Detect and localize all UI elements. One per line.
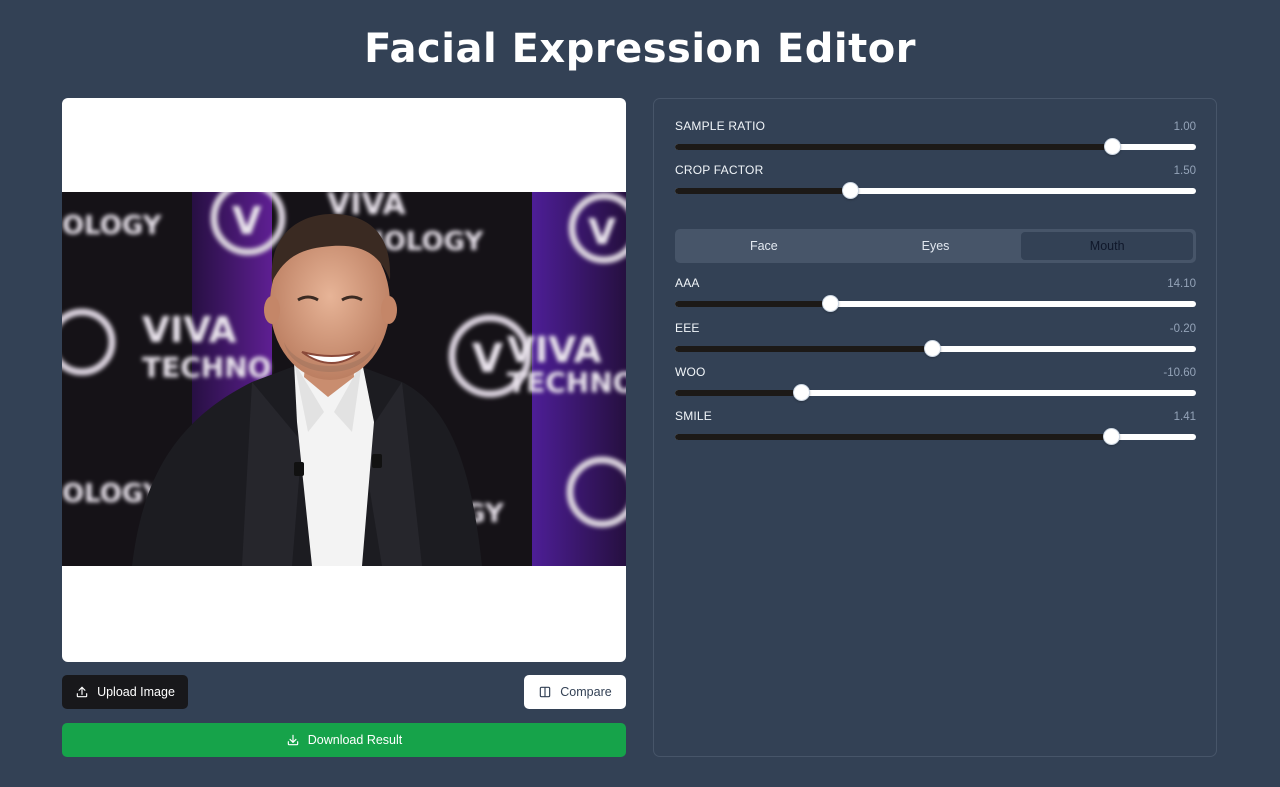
slider-value: 1.00 bbox=[1173, 121, 1196, 133]
slider-fill bbox=[675, 346, 933, 352]
svg-text:V: V bbox=[232, 199, 262, 243]
svg-text:VIVA: VIVA bbox=[142, 310, 237, 351]
slider-track[interactable] bbox=[675, 182, 1196, 199]
slider-thumb[interactable] bbox=[822, 295, 840, 312]
tab-face[interactable]: Face bbox=[678, 232, 850, 260]
tab-eyes[interactable]: Eyes bbox=[850, 232, 1022, 260]
slider-crop-factor: CROP FACTOR 1.50 bbox=[675, 163, 1196, 203]
upload-image-button[interactable]: Upload Image bbox=[62, 675, 188, 709]
slider-label: WOO bbox=[675, 365, 706, 379]
slider-fill bbox=[675, 188, 851, 194]
svg-text:V: V bbox=[588, 212, 616, 253]
slider-track[interactable] bbox=[675, 384, 1196, 401]
slider-label: EEE bbox=[675, 321, 700, 335]
upload-image-label: Upload Image bbox=[97, 685, 175, 699]
slider-value: -0.20 bbox=[1169, 323, 1196, 335]
slider-value: 1.50 bbox=[1173, 165, 1196, 177]
slider-label: SAMPLE RATIO bbox=[675, 119, 766, 133]
slider-label: SMILE bbox=[675, 409, 713, 423]
slider-track[interactable] bbox=[675, 295, 1196, 312]
slider-track[interactable] bbox=[675, 340, 1196, 357]
svg-text:TECHNO: TECHNO bbox=[142, 351, 271, 384]
slider-track[interactable] bbox=[675, 138, 1196, 155]
page-title: Facial Expression Editor bbox=[364, 26, 916, 72]
slider-thumb[interactable] bbox=[1104, 138, 1122, 155]
slider-eee: EEE -0.20 bbox=[675, 321, 1196, 361]
slider-value: -10.60 bbox=[1163, 367, 1196, 379]
image-preview: V V V OLOGY VIVA NOLOGY VIVA TECHNO VIVA… bbox=[62, 98, 626, 662]
slider-fill bbox=[675, 434, 1112, 440]
slider-aaa: AAA 14.10 bbox=[675, 276, 1196, 316]
svg-text:OLOGY: OLOGY bbox=[62, 211, 163, 241]
slider-thumb[interactable] bbox=[792, 384, 810, 401]
slider-fill bbox=[675, 390, 802, 396]
slider-label: AAA bbox=[675, 276, 700, 290]
controls-panel: SAMPLE RATIO 1.00 CROP FACTOR 1.50 Face … bbox=[653, 98, 1217, 757]
slider-smile: SMILE 1.41 bbox=[675, 409, 1196, 449]
slider-thumb[interactable] bbox=[923, 340, 941, 357]
download-result-button[interactable]: Download Result bbox=[62, 723, 626, 757]
compare-button[interactable]: Compare bbox=[524, 675, 626, 709]
svg-text:V: V bbox=[472, 336, 503, 382]
slider-value: 14.10 bbox=[1167, 278, 1196, 290]
portrait-photo: V V V OLOGY VIVA NOLOGY VIVA TECHNO VIVA… bbox=[62, 192, 626, 566]
compare-label: Compare bbox=[560, 685, 612, 699]
slider-fill bbox=[675, 144, 1113, 150]
slider-track[interactable] bbox=[675, 428, 1196, 445]
tab-mouth[interactable]: Mouth bbox=[1021, 232, 1194, 260]
slider-thumb[interactable] bbox=[842, 182, 860, 199]
expression-tabs: Face Eyes Mouth bbox=[675, 229, 1196, 263]
slider-fill bbox=[675, 301, 831, 307]
slider-label: CROP FACTOR bbox=[675, 163, 764, 177]
slider-thumb[interactable] bbox=[1103, 428, 1121, 445]
slider-value: 1.41 bbox=[1173, 411, 1196, 423]
compare-icon bbox=[538, 685, 552, 699]
upload-icon bbox=[75, 685, 89, 699]
slider-woo: WOO -10.60 bbox=[675, 365, 1196, 405]
svg-text:TECHNO: TECHNO bbox=[507, 366, 626, 399]
slider-sample-ratio: SAMPLE RATIO 1.00 bbox=[675, 119, 1196, 159]
download-icon bbox=[286, 733, 300, 747]
download-result-label: Download Result bbox=[307, 733, 403, 747]
svg-text:VIVA: VIVA bbox=[507, 330, 602, 371]
